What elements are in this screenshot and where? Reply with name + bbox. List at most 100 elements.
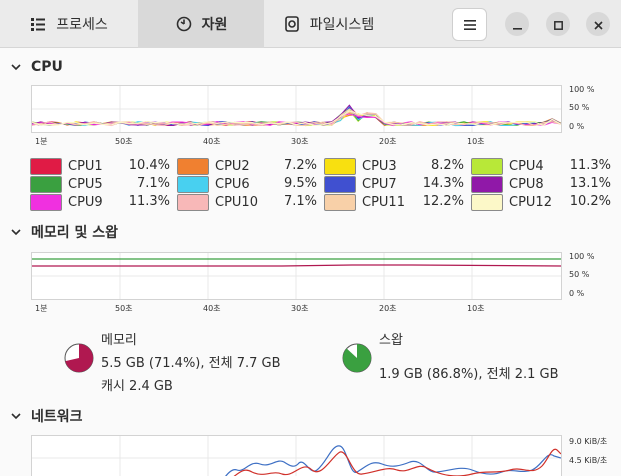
section-title: 메모리 및 스왑	[31, 225, 119, 241]
chevron-down-icon	[10, 226, 22, 238]
cpu-name: CPU5	[68, 176, 103, 192]
cpu-color-swatch[interactable]	[471, 193, 503, 211]
tab-label: 파일시스템	[309, 17, 375, 33]
cpu-name: CPU9	[68, 194, 103, 210]
cpu-color-swatch[interactable]	[471, 157, 503, 175]
cpu-usage-value: 12.2%	[422, 194, 464, 209]
network-history-graph	[31, 435, 562, 476]
cpu-usage-value: 11.3%	[569, 158, 611, 173]
cpu-xlabel: 50초	[115, 137, 133, 146]
cpu-usage-value: 7.1%	[136, 176, 170, 191]
mem-ylabel-100: 100 %	[569, 252, 595, 261]
swap-title: 스왑	[379, 333, 403, 348]
cpu-xlabel: 10초	[467, 137, 485, 146]
section-title: 네트워크	[31, 409, 83, 425]
cpu-name: CPU8	[509, 176, 544, 192]
cpu-usage-value: 13.1%	[569, 176, 611, 191]
section-title: CPU	[31, 59, 63, 75]
mem-xlabel: 10초	[467, 304, 485, 313]
swap-pie-chart[interactable]	[342, 343, 372, 373]
cpu-color-swatch[interactable]	[324, 193, 356, 211]
tab-filesystems[interactable]: 파일시스템	[265, 0, 392, 48]
cpu-name: CPU3	[362, 158, 397, 174]
cpu-legend-item[interactable]: CPU8	[471, 175, 544, 193]
cpu-legend-item[interactable]: CPU7	[324, 175, 397, 193]
cpu-color-swatch[interactable]	[177, 175, 209, 193]
cpu-usage-value: 14.3%	[422, 176, 464, 191]
tab-resources[interactable]: 자원	[138, 0, 264, 48]
cpu-color-swatch[interactable]	[177, 157, 209, 175]
memory-usage: 5.5 GB (71.4%), 전체 7.7 GB	[101, 356, 281, 371]
tab-label: 자원	[201, 17, 228, 33]
maximize-button[interactable]	[546, 12, 570, 36]
cpu-legend-item[interactable]: CPU11	[324, 193, 405, 211]
net-ylabel-4.5: 4.5 KiB/초	[569, 456, 608, 465]
cpu-name: CPU4	[509, 158, 544, 174]
cpu-legend-item[interactable]: CPU12	[471, 193, 552, 211]
cpu-section-header[interactable]: CPU	[0, 56, 63, 78]
mem-xlabel: 30초	[291, 304, 309, 313]
cpu-legend-item[interactable]: CPU1	[30, 157, 103, 175]
cpu-usage-value: 8.2%	[430, 158, 464, 173]
memory-cache: 캐시 2.4 GB	[101, 379, 173, 394]
cpu-ylabel-50: 50 %	[569, 103, 590, 112]
tab-processes[interactable]: 프로세스	[0, 0, 137, 48]
cpu-xlabel: 40초	[203, 137, 221, 146]
memory-title: 메모리	[101, 333, 137, 348]
header-bar: 프로세스 자원 파일시스템	[0, 0, 621, 48]
cpu-color-swatch[interactable]	[177, 193, 209, 211]
list-icon	[29, 15, 47, 33]
maximize-icon	[553, 15, 563, 34]
memory-history-graph	[31, 252, 562, 300]
memory-section-header[interactable]: 메모리 및 스왑	[0, 221, 118, 243]
cpu-legend-item[interactable]: CPU10	[177, 193, 258, 211]
minimize-button[interactable]	[505, 12, 529, 36]
gauge-icon	[175, 15, 193, 33]
chevron-down-icon	[10, 61, 22, 73]
cpu-history-graph	[31, 85, 562, 133]
cpu-ylabel-100: 100 %	[569, 85, 595, 94]
cpu-ylabel-0: 0 %	[569, 122, 585, 131]
cpu-color-swatch[interactable]	[30, 193, 62, 211]
cpu-xlabel: 30초	[291, 137, 309, 146]
tab-label: 프로세스	[56, 17, 108, 33]
cpu-name: CPU7	[362, 176, 397, 192]
cpu-xlabel: 20초	[379, 137, 397, 146]
cpu-color-swatch[interactable]	[324, 157, 356, 175]
cpu-name: CPU6	[215, 176, 250, 192]
cpu-color-swatch[interactable]	[30, 157, 62, 175]
minimize-icon	[512, 15, 522, 34]
menu-button[interactable]	[452, 8, 487, 41]
cpu-usage-value: 7.2%	[283, 158, 317, 173]
cpu-name: CPU10	[215, 194, 258, 210]
cpu-xlabel: 1분	[35, 137, 48, 146]
mem-xlabel: 40초	[203, 304, 221, 313]
memory-pie-chart[interactable]	[64, 343, 94, 373]
cpu-name: CPU11	[362, 194, 405, 210]
cpu-color-swatch[interactable]	[30, 175, 62, 193]
cpu-legend-item[interactable]: CPU3	[324, 157, 397, 175]
mem-xlabel: 50초	[115, 304, 133, 313]
cpu-legend-item[interactable]: CPU4	[471, 157, 544, 175]
cpu-legend-item[interactable]: CPU5	[30, 175, 103, 193]
cpu-legend-item[interactable]: CPU9	[30, 193, 103, 211]
close-button[interactable]	[586, 12, 610, 36]
cpu-color-swatch[interactable]	[324, 175, 356, 193]
mem-ylabel-0: 0 %	[569, 289, 585, 298]
cpu-legend-item[interactable]: CPU2	[177, 157, 250, 175]
cpu-usage-value: 11.3%	[128, 194, 170, 209]
cpu-name: CPU1	[68, 158, 103, 174]
net-ylabel-9: 9.0 KiB/초	[569, 437, 608, 446]
close-icon	[593, 15, 603, 34]
mem-xlabel: 1분	[35, 304, 48, 313]
cpu-legend-item[interactable]: CPU6	[177, 175, 250, 193]
mem-ylabel-50: 50 %	[569, 270, 590, 279]
mem-xlabel: 20초	[379, 304, 397, 313]
network-section-header[interactable]: 네트워크	[0, 405, 83, 427]
chevron-down-icon	[10, 410, 22, 422]
cpu-color-swatch[interactable]	[471, 175, 503, 193]
disk-icon	[283, 15, 301, 33]
cpu-usage-value: 9.5%	[283, 176, 317, 191]
swap-usage: 1.9 GB (86.8%), 전체 2.1 GB	[379, 367, 559, 382]
hamburger-icon	[463, 15, 476, 34]
